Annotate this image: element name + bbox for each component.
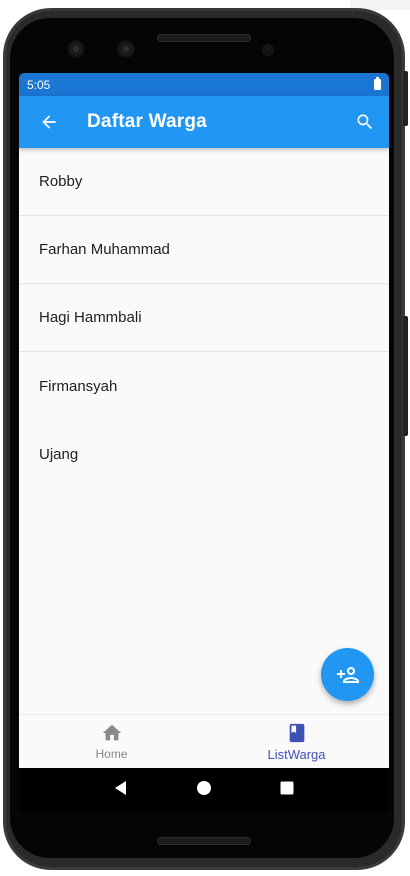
status-bar: 5:05 bbox=[19, 73, 389, 96]
warga-list: Robby Farhan Muhammad Hagi Hammbali Firm… bbox=[19, 148, 389, 488]
home-circle-icon[interactable] bbox=[196, 780, 212, 801]
home-icon bbox=[102, 724, 121, 741]
list-item-name: Ujang bbox=[39, 445, 79, 463]
list-item[interactable]: Robby bbox=[19, 148, 389, 216]
person-add-icon bbox=[336, 666, 359, 683]
list-item[interactable]: Firmansyah bbox=[19, 352, 389, 420]
status-time: 5:05 bbox=[27, 77, 51, 92]
phone-side-button bbox=[403, 71, 408, 126]
app-bar: Daftar Warga bbox=[19, 96, 389, 148]
bottom-speaker bbox=[157, 837, 251, 845]
front-camera-2-icon bbox=[117, 40, 135, 58]
battery-icon bbox=[374, 77, 381, 90]
nav-label-listwarga: ListWarga bbox=[267, 746, 326, 762]
recents-square-icon[interactable] bbox=[279, 780, 295, 801]
list-item-name: Robby bbox=[39, 173, 83, 190]
list-item[interactable]: Farhan Muhammad bbox=[19, 216, 389, 284]
nav-item-home[interactable]: Home bbox=[19, 715, 204, 768]
screenshot-stage: 5:05 Daftar Warga Robby Farhan Muhammad … bbox=[0, 0, 410, 876]
system-navigation-bar bbox=[19, 768, 389, 812]
bottom-navigation: Home ListWarga bbox=[19, 714, 389, 768]
book-icon bbox=[289, 723, 304, 742]
list-item-name: Hagi Hammbali bbox=[39, 309, 142, 326]
page-title: Daftar Warga bbox=[87, 111, 207, 132]
list-item[interactable]: Hagi Hammbali bbox=[19, 284, 389, 352]
back-triangle-icon[interactable] bbox=[113, 780, 129, 801]
list-item-name: Farhan Muhammad bbox=[39, 241, 170, 258]
arrow-back-icon[interactable] bbox=[35, 108, 63, 136]
nav-label-home: Home bbox=[95, 747, 128, 761]
front-camera-icon bbox=[67, 40, 85, 58]
app-screen: 5:05 Daftar Warga Robby Farhan Muhammad … bbox=[19, 73, 389, 812]
search-icon[interactable] bbox=[351, 108, 379, 136]
earpiece-speaker bbox=[157, 34, 251, 42]
add-warga-button[interactable] bbox=[321, 648, 374, 701]
list-item-name: Firmansyah bbox=[39, 377, 118, 395]
list-item[interactable]: Ujang bbox=[19, 420, 389, 488]
proximity-sensor bbox=[262, 44, 274, 56]
nav-item-listwarga[interactable]: ListWarga bbox=[204, 715, 389, 768]
phone-volume-button bbox=[403, 316, 408, 436]
